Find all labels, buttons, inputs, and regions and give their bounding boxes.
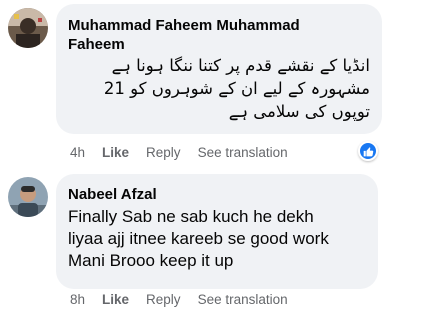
author-line-1: Muhammad Faheem Muhammad xyxy=(68,17,300,34)
comment-1: Muhammad Faheem Muhammad Faheem انڈیا کے… xyxy=(0,0,427,165)
comment-text-line: مشہورہ کے لیے ان کے شوہروں کو 21 xyxy=(103,79,370,98)
comment-2: Nabeel Afzal Finally Sab ne sab kuch he … xyxy=(0,165,427,311)
like-button[interactable]: Like xyxy=(102,145,129,161)
comment-text: انڈیا کے نقشے قدم پر کتنا ننگا ہونا ہے م… xyxy=(68,54,370,123)
comment-actions: 8h Like Reply See translation xyxy=(70,292,305,308)
comment-timestamp[interactable]: 4h xyxy=(70,145,85,161)
comment-text-line: Finally Sab ne sab kuch he dekh xyxy=(68,207,314,226)
comment-text-line: liyaa ajj itnee kareeb se good work xyxy=(68,229,329,248)
comment-text-line: توپوں کی سلامی ہے xyxy=(228,102,370,121)
reply-button[interactable]: Reply xyxy=(146,145,181,161)
thumbs-up-icon xyxy=(363,146,373,156)
comment-text-line: انڈیا کے نقشے قدم پر کتنا ننگا ہونا ہے xyxy=(111,56,370,75)
comment-text-line: Mani Brooo keep it up xyxy=(68,251,234,270)
author-line-2: Faheem xyxy=(68,36,125,53)
avatar-image xyxy=(8,8,48,48)
avatar[interactable] xyxy=(8,8,48,48)
comment-text: Finally Sab ne sab kuch he dekh liyaa aj… xyxy=(68,206,368,272)
avatar[interactable] xyxy=(8,177,48,217)
comment-bubble: Nabeel Afzal Finally Sab ne sab kuch he … xyxy=(56,174,378,289)
like-button[interactable]: Like xyxy=(102,292,129,308)
comment-timestamp[interactable]: 8h xyxy=(70,292,85,308)
comment-author[interactable]: Muhammad Faheem Muhammad Faheem xyxy=(68,16,300,54)
reaction-badge[interactable] xyxy=(358,141,378,161)
avatar-image xyxy=(8,177,48,217)
see-translation-link[interactable]: See translation xyxy=(198,292,288,308)
reply-button[interactable]: Reply xyxy=(146,292,181,308)
comment-author[interactable]: Nabeel Afzal xyxy=(68,185,157,204)
see-translation-link[interactable]: See translation xyxy=(198,145,288,161)
comment-actions: 4h Like Reply See translation xyxy=(70,145,305,161)
comment-bubble: Muhammad Faheem Muhammad Faheem انڈیا کے… xyxy=(56,4,382,134)
